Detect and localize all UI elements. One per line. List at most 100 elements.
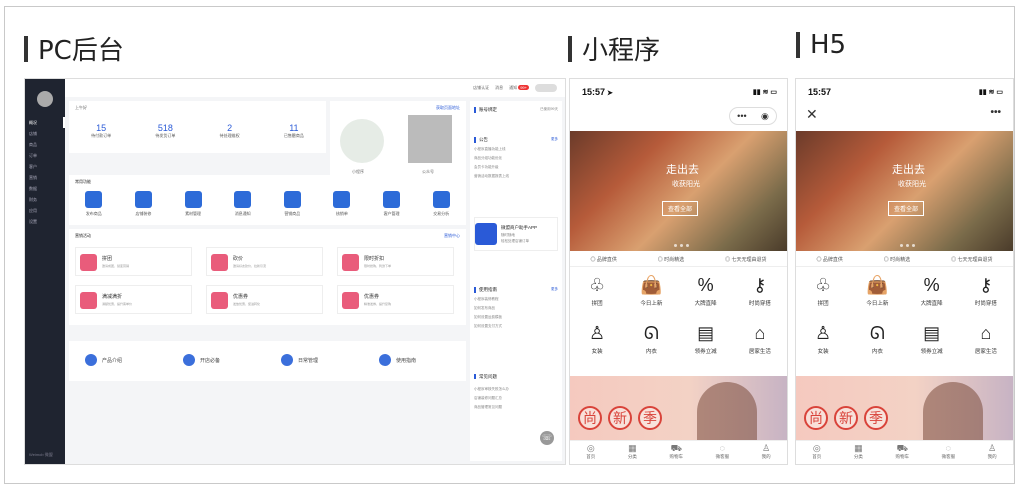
- category-item[interactable]: 👜 今日上新: [624, 273, 678, 307]
- greeting: 上午好: [75, 105, 87, 110]
- tab-item[interactable]: ⛟ 购物车: [895, 441, 909, 464]
- tab-label: 微客服: [715, 454, 730, 459]
- promo-char: 季: [864, 406, 888, 430]
- category-item[interactable]: ᘏ 内衣: [850, 321, 904, 355]
- help-item[interactable]: 如何设置运费模板: [474, 315, 558, 320]
- marketing-item[interactable]: 优惠券 发放优惠，促进转化: [206, 285, 323, 314]
- banner-button[interactable]: 查看全部: [662, 201, 699, 216]
- category-item[interactable]: ᘏ 内衣: [624, 321, 678, 355]
- app-promo[interactable]: 微盟商户助手APP 随时随地 轻松处理店铺订单: [474, 217, 558, 251]
- category-item[interactable]: ▤ 领券立减: [905, 321, 959, 355]
- hero-banner[interactable]: 走出去 收获阳光 查看全部: [570, 131, 787, 251]
- category-item[interactable]: ♧ 拼团: [796, 273, 850, 307]
- marketing-item[interactable]: 砍价 邀请好友砍价，拉新引流: [206, 247, 323, 276]
- guide-item[interactable]: 日常管理: [281, 354, 318, 366]
- qr-link[interactable]: 获取页面地址: [436, 105, 460, 111]
- function-item[interactable]: 交易分析: [421, 191, 461, 217]
- notice-item[interactable]: 营销活动数据报表上线: [474, 174, 558, 179]
- hero-banner[interactable]: 走出去 收获阳光 查看全部: [796, 131, 1013, 251]
- promo-banner[interactable]: 尚新季: [796, 376, 1013, 446]
- sidebar-item[interactable]: 财务: [25, 194, 65, 205]
- banner-button[interactable]: 查看全部: [888, 201, 925, 216]
- function-item[interactable]: 消息通知: [223, 191, 263, 217]
- help-item[interactable]: 小程序装修教程: [474, 297, 558, 302]
- sidebar-item[interactable]: 数据: [25, 183, 65, 194]
- category-item[interactable]: ⌂ 居家生活: [733, 321, 787, 355]
- sidebar-item[interactable]: 店铺: [25, 128, 65, 139]
- capsule-button[interactable]: ••• ◉: [729, 107, 777, 125]
- notice-more[interactable]: 更多: [551, 137, 558, 143]
- function-item[interactable]: 素材管理: [173, 191, 213, 217]
- function-label: 消息通知: [234, 211, 251, 216]
- topbar-link[interactable]: 通知 99+: [509, 85, 529, 91]
- guide-item[interactable]: 产品介绍: [85, 354, 122, 366]
- help-item[interactable]: 如何发布商品: [474, 306, 558, 311]
- tab-item[interactable]: ◌ 微客服: [716, 441, 730, 464]
- help-item[interactable]: 如何设置支付方式: [474, 324, 558, 329]
- marketing-item[interactable]: 拼团 邀请成团，裂变营销: [75, 247, 192, 276]
- promise-item: ◎ 品牌直供: [816, 256, 842, 263]
- function-item[interactable]: 发布商品: [74, 191, 114, 217]
- category-item[interactable]: ♧ 拼团: [570, 273, 624, 307]
- promo-banner[interactable]: 尚新季: [570, 376, 787, 446]
- function-item[interactable]: 营销商品: [272, 191, 312, 217]
- tab-item[interactable]: ⛟ 购物车: [669, 441, 683, 464]
- faq-item[interactable]: 商品管理常见问题: [474, 405, 558, 410]
- faq-item[interactable]: 店铺装修问题汇总: [474, 396, 558, 401]
- more-dots-icon[interactable]: •••: [990, 107, 1001, 118]
- category-item[interactable]: ▤ 领券立减: [679, 321, 733, 355]
- marketing-item[interactable]: 优惠券 精准发券，提升复购: [337, 285, 454, 314]
- notice-item[interactable]: 商品分组功能优化: [474, 156, 558, 161]
- tab-item[interactable]: ◎ 首页: [812, 441, 821, 464]
- marketing-item[interactable]: 限时折扣 限时抢购，刺激下单: [337, 247, 454, 276]
- category-item[interactable]: ⌂ 居家生活: [959, 321, 1013, 355]
- category-item[interactable]: ♙ 女装: [796, 321, 850, 355]
- topbar-link[interactable]: 店铺认证: [473, 85, 489, 91]
- tab-item[interactable]: ◎ 首页: [586, 441, 595, 464]
- close-icon[interactable]: ✕: [806, 106, 818, 123]
- category-item[interactable]: 👜 今日上新: [850, 273, 904, 307]
- marketing-item[interactable]: 满减满折 满额优惠，提升客单价: [75, 285, 192, 314]
- sidebar-item[interactable]: 设置: [25, 216, 65, 227]
- service-float-icon[interactable]: ☏: [540, 431, 554, 445]
- avatar[interactable]: [535, 84, 557, 92]
- category-item[interactable]: ⚷ 时尚穿搭: [733, 273, 787, 307]
- category-item[interactable]: ♙ 女装: [570, 321, 624, 355]
- tab-item[interactable]: ♙ 我的: [988, 441, 997, 464]
- category-icon: ▤: [923, 323, 941, 343]
- notice-item[interactable]: 小程序直播功能上线: [474, 147, 558, 152]
- function-item[interactable]: 客户管理: [372, 191, 412, 217]
- sidebar-item[interactable]: 商品: [25, 139, 65, 150]
- topbar-link[interactable]: 消息: [495, 85, 503, 91]
- notice-item[interactable]: 会员卡功能升级: [474, 165, 558, 170]
- more-dots-icon[interactable]: •••: [737, 111, 746, 121]
- tab-item[interactable]: ▦ 分类: [628, 441, 637, 464]
- help-more[interactable]: 更多: [551, 287, 558, 293]
- guide-item[interactable]: 开店必备: [183, 354, 220, 366]
- guide-item[interactable]: 使用指南: [379, 354, 416, 366]
- tab-item[interactable]: ▦ 分类: [854, 441, 863, 464]
- category-item[interactable]: % 大牌直降: [679, 273, 733, 307]
- faq-item[interactable]: 小程序审核失败怎么办: [474, 387, 558, 392]
- category-label: 内衣: [871, 349, 883, 355]
- promo-char: 季: [638, 406, 662, 430]
- sidebar-item[interactable]: 营销: [25, 172, 65, 183]
- close-circle-icon[interactable]: ◉: [761, 111, 769, 122]
- stat-item[interactable]: 15 待付款订单: [91, 123, 111, 139]
- overview-card: 上午好 15 待付款订单 518 待发货订单 2 待处理维权 11 已售罄商品: [69, 101, 326, 153]
- tab-item[interactable]: ◌ 微客服: [942, 441, 956, 464]
- function-item[interactable]: 店铺装修: [123, 191, 163, 217]
- faq-title: 常见问题: [474, 374, 497, 379]
- sidebar-item[interactable]: 应用: [25, 205, 65, 216]
- sidebar-item[interactable]: 订单: [25, 150, 65, 161]
- tab-item[interactable]: ♙ 我的: [762, 441, 771, 464]
- stat-item[interactable]: 518 待发货订单: [155, 123, 175, 139]
- stat-item[interactable]: 11 已售罄商品: [284, 123, 304, 139]
- stat-item[interactable]: 2 待处理维权: [220, 123, 240, 139]
- category-item[interactable]: % 大牌直降: [905, 273, 959, 307]
- sidebar-item[interactable]: 客户: [25, 161, 65, 172]
- category-item[interactable]: ⚷ 时尚穿搭: [959, 273, 1013, 307]
- function-item[interactable]: 核销单: [322, 191, 362, 217]
- marketing-center-link[interactable]: 营销中心: [444, 233, 460, 239]
- sidebar-item[interactable]: 概况: [25, 117, 65, 128]
